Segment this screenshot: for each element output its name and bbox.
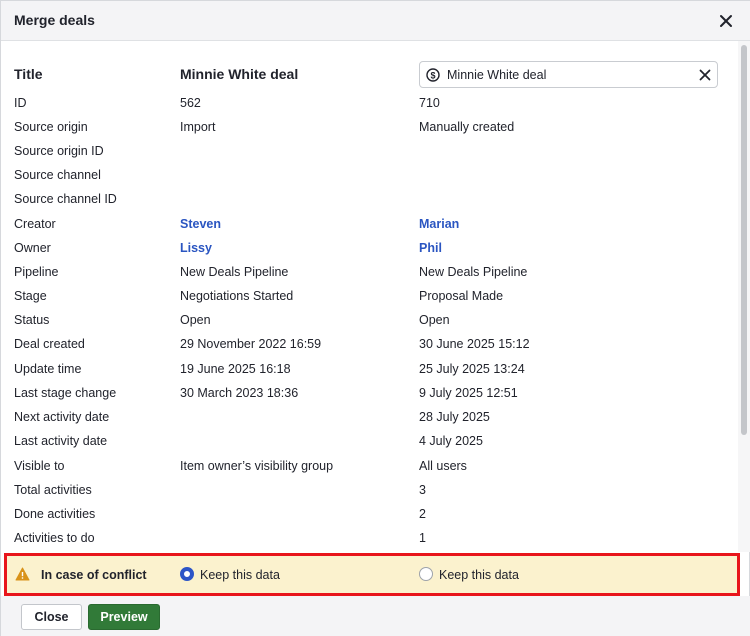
left-value: Negotiations Started: [180, 289, 294, 303]
field-label: Last stage change: [14, 386, 117, 400]
right-creator-link[interactable]: Marian: [419, 217, 459, 231]
field-label: Last activity date: [14, 434, 108, 448]
row-source-origin: Source origin Import Manually created: [1, 120, 738, 144]
left-value: 19 June 2025 16:18: [180, 362, 291, 376]
field-label: Deal created: [14, 337, 85, 351]
field-label: Status: [14, 313, 50, 327]
warning-icon: [15, 567, 30, 581]
field-label: Source origin ID: [14, 144, 104, 158]
right-value: All users: [419, 459, 467, 473]
field-label: Done activities: [14, 507, 96, 521]
right-value: 710: [419, 96, 440, 110]
row-done-activities: Done activities 2: [1, 507, 738, 531]
dialog-header: Merge deals: [1, 1, 750, 41]
svg-text:$: $: [430, 70, 435, 80]
row-creator: Creator Steven Marian: [1, 217, 738, 241]
row-next-activity-date: Next activity date 28 July 2025: [1, 410, 738, 434]
left-value: Import: [180, 120, 216, 134]
field-label: Source channel: [14, 168, 101, 182]
row-total-activities: Total activities 3: [1, 483, 738, 507]
left-value: 30 March 2023 18:36: [180, 386, 299, 400]
row-visible-to: Visible to Item owner’s visibility group…: [1, 459, 738, 483]
field-label: Pipeline: [14, 265, 59, 279]
row-update-time: Update time 19 June 2025 16:18 25 July 2…: [1, 362, 738, 386]
right-value: 30 June 2025 15:12: [419, 337, 530, 351]
right-value: 9 July 2025 12:51: [419, 386, 518, 400]
row-pipeline: Pipeline New Deals Pipeline New Deals Pi…: [1, 265, 738, 289]
conflict-bar: In case of conflict Keep this data Keep …: [4, 553, 740, 596]
close-button[interactable]: Close: [21, 604, 82, 630]
right-value: New Deals Pipeline: [419, 265, 528, 279]
field-label: Total activities: [14, 483, 92, 497]
right-owner-link[interactable]: Phil: [419, 241, 442, 255]
right-value: Open: [419, 313, 450, 327]
field-label: Creator: [14, 217, 56, 231]
left-value: 562: [180, 96, 201, 110]
field-label: ID: [14, 96, 27, 110]
row-owner: Owner Lissy Phil: [1, 241, 738, 265]
row-id: ID 562 710: [1, 96, 738, 120]
right-value: Proposal Made: [419, 289, 504, 303]
preview-button[interactable]: Preview: [88, 604, 160, 630]
scrollbar-thumb[interactable]: [741, 45, 747, 435]
title-input[interactable]: $ Minnie White deal: [419, 61, 718, 88]
left-title-value: Minnie White deal: [180, 66, 299, 82]
right-value: 28 July 2025: [419, 410, 490, 424]
clear-icon[interactable]: [699, 69, 711, 81]
left-value: Open: [180, 313, 211, 327]
field-label: Stage: [14, 289, 47, 303]
title-input-value[interactable]: Minnie White deal: [447, 68, 546, 82]
merge-deals-dialog: Merge deals Title Minnie White deal $ Mi…: [0, 0, 750, 636]
row-status: Status Open Open: [1, 313, 738, 337]
field-label-title: Title: [14, 66, 43, 82]
keep-right-radio[interactable]: [419, 567, 433, 581]
merge-comparison-body: Title Minnie White deal $ Minnie White d…: [1, 41, 738, 552]
right-value: 1: [419, 531, 426, 545]
dialog-title: Merge deals: [14, 12, 95, 28]
right-value: 2: [419, 507, 426, 521]
right-value: 25 July 2025 13:24: [419, 362, 525, 376]
field-label: Owner: [14, 241, 51, 255]
row-last-activity-date: Last activity date 4 July 2025: [1, 434, 738, 458]
left-value: Item owner’s visibility group: [180, 459, 334, 473]
left-creator-link[interactable]: Steven: [180, 217, 221, 231]
right-value: Manually created: [419, 120, 515, 134]
scrollbar[interactable]: [738, 41, 750, 552]
row-source-channel-id: Source channel ID: [1, 192, 738, 216]
close-icon[interactable]: [717, 12, 735, 30]
keep-left-radio[interactable]: [180, 567, 194, 581]
row-source-channel: Source channel: [1, 168, 738, 192]
keep-right-label[interactable]: Keep this data: [439, 568, 519, 582]
row-stage: Stage Negotiations Started Proposal Made: [1, 289, 738, 313]
left-owner-link[interactable]: Lissy: [180, 241, 212, 255]
keep-left-label[interactable]: Keep this data: [200, 568, 280, 582]
conflict-label: In case of conflict: [41, 568, 147, 582]
right-value: 4 July 2025: [419, 434, 483, 448]
row-last-stage-change: Last stage change 30 March 2023 18:36 9 …: [1, 386, 738, 410]
dialog-footer: Close Preview: [1, 596, 750, 636]
dollar-circle-icon: $: [426, 68, 440, 82]
field-label: Visible to: [14, 459, 65, 473]
field-label: Next activity date: [14, 410, 110, 424]
right-value: 3: [419, 483, 426, 497]
field-label: Source channel ID: [14, 192, 117, 206]
field-label: Update time: [14, 362, 82, 376]
row-activities-to-do: Activities to do 1: [1, 531, 738, 552]
row-deal-created: Deal created 29 November 2022 16:59 30 J…: [1, 337, 738, 361]
field-label: Activities to do: [14, 531, 95, 545]
field-label: Source origin: [14, 120, 88, 134]
left-value: 29 November 2022 16:59: [180, 337, 322, 351]
row-source-origin-id: Source origin ID: [1, 144, 738, 168]
left-value: New Deals Pipeline: [180, 265, 289, 279]
